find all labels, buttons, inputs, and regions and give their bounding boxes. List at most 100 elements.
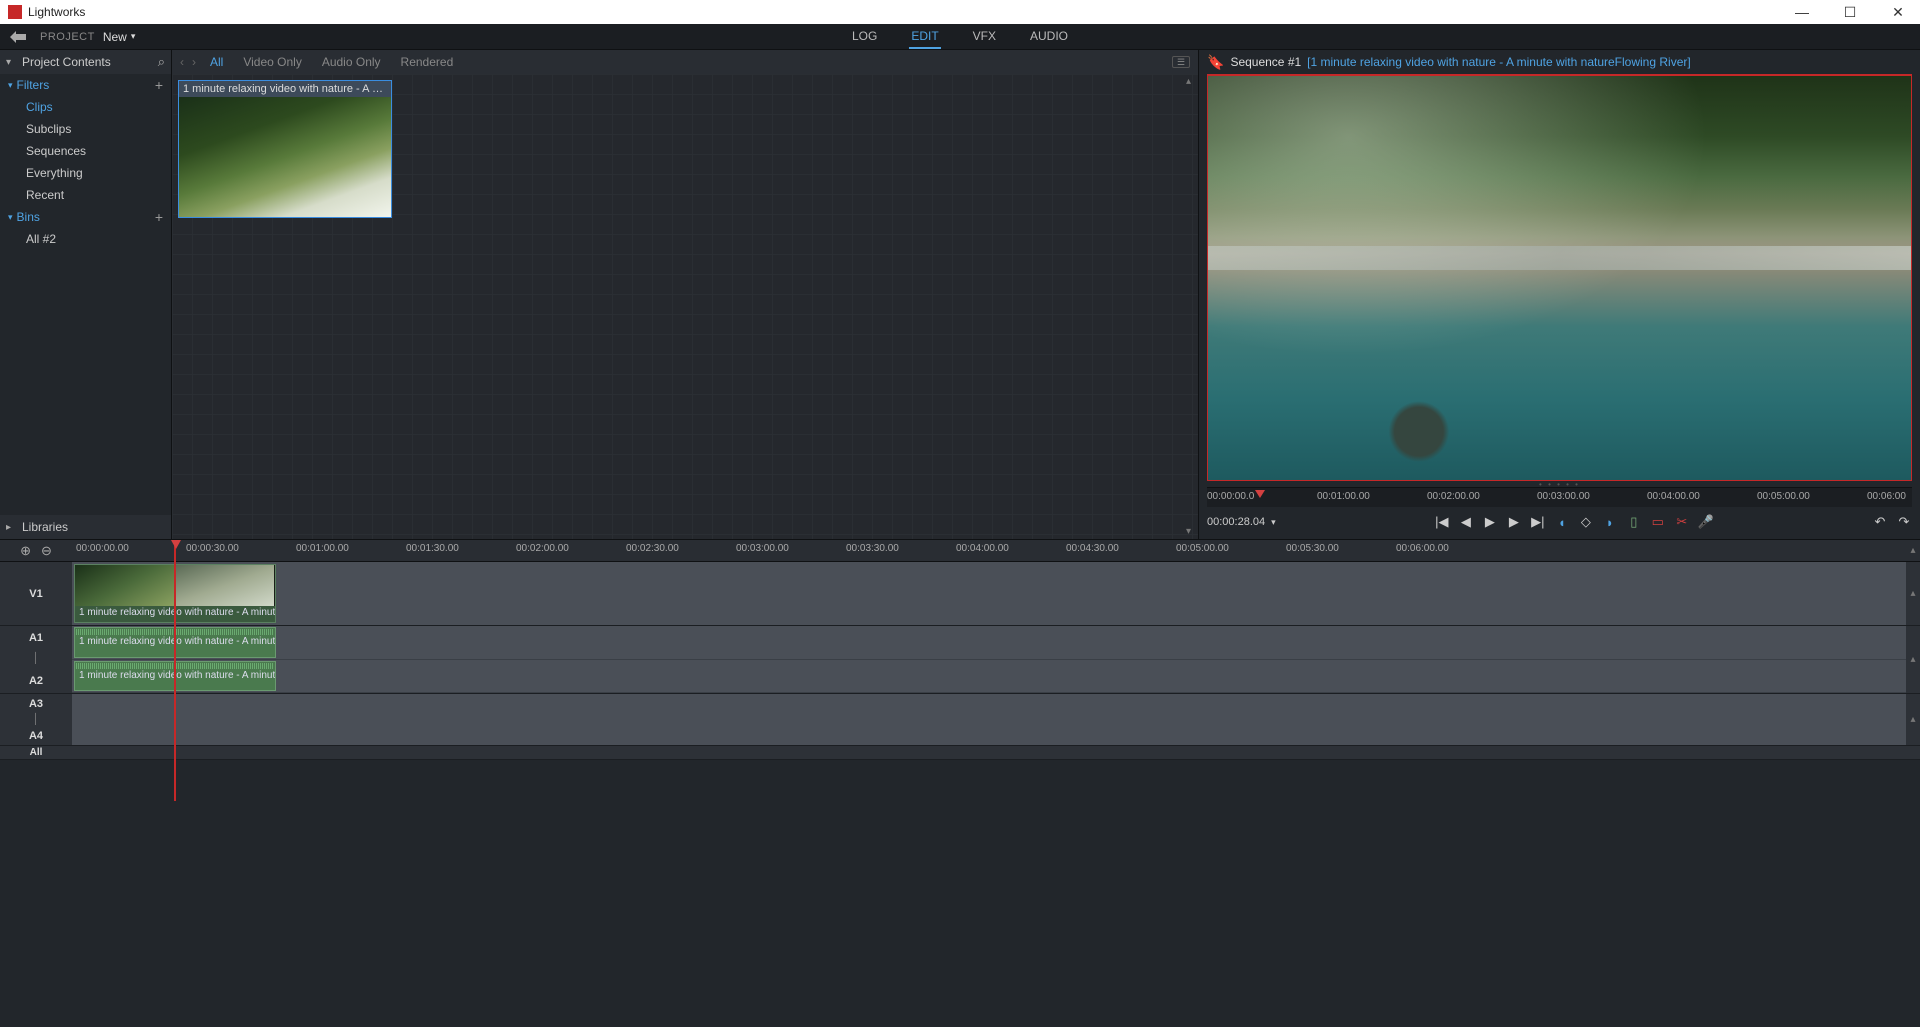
browser-forward-button[interactable]: › [192, 55, 196, 69]
sidebar-item-recent[interactable]: Recent [0, 184, 171, 206]
sidebar-item-sequences[interactable]: Sequences [0, 140, 171, 162]
ruler-tick: 00:03:00.00 [1537, 491, 1590, 502]
track-link-icon: │ [33, 656, 39, 662]
clear-marks-button[interactable]: ◇ [1578, 514, 1594, 530]
goto-end-button[interactable]: ▶| [1530, 514, 1546, 530]
ruler-tick: 00:01:00.00 [296, 543, 349, 554]
add-bin-button[interactable]: + [155, 209, 163, 225]
top-toolbar: PROJECT New ▾ LOG EDIT VFX AUDIO [0, 24, 1920, 50]
sequence-source: [1 minute relaxing video with nature - A… [1307, 55, 1691, 69]
clip-title: 1 minute relaxing video with nature - A … [179, 81, 391, 97]
window-close-button[interactable]: ✕ [1884, 2, 1912, 22]
sidebar-item-subclips[interactable]: Subclips [0, 118, 171, 140]
redo-button[interactable]: ↷ [1896, 514, 1912, 530]
app-logo-icon [8, 5, 22, 19]
bins-header[interactable]: ▾ Bins + [0, 206, 171, 228]
preview-image [1208, 76, 1911, 480]
browser-tab-audio[interactable]: Audio Only [322, 55, 381, 69]
ruler-tick: 00:00:00.00 [76, 543, 129, 554]
track-head-a1a2[interactable]: A1 │ A2 [0, 626, 72, 693]
tab-vfx[interactable]: VFX [971, 25, 998, 49]
track-body-a2[interactable]: 1 minute relaxing video with nature - A … [72, 660, 1906, 694]
ruler-tick: 00:06:00 [1867, 491, 1906, 502]
viewer-ruler[interactable]: 00:00:00.0 00:01:00.00 00:02:00.00 00:03… [1207, 487, 1912, 507]
ruler-tick: 00:05:00.00 [1176, 543, 1229, 554]
sequence-viewer: 🔖 Sequence #1 [1 minute relaxing video w… [1198, 50, 1920, 539]
timeline-playhead[interactable] [174, 540, 176, 801]
zoom-out-button[interactable]: ⊖ [41, 543, 52, 559]
window-maximize-button[interactable]: ☐ [1836, 2, 1864, 22]
sidebar-item-clips[interactable]: Clips [0, 96, 171, 118]
track-body-v1[interactable]: 1 minute relaxing video with nature - A … [72, 562, 1906, 625]
track-label-a3: A3 [29, 698, 43, 710]
back-button[interactable] [10, 29, 26, 45]
project-dropdown[interactable]: New ▾ [103, 30, 136, 44]
timeline-ruler[interactable]: 00:00:00.00 00:00:30.00 00:01:00.00 00:0… [72, 540, 1906, 561]
step-forward-button[interactable]: ▶ [1506, 514, 1522, 530]
clip-browser: ‹ › All Video Only Audio Only Rendered ☰… [172, 50, 1198, 539]
add-filter-button[interactable]: + [155, 77, 163, 93]
window-titlebar: Lightworks — ☐ ✕ [0, 0, 1920, 24]
tab-audio[interactable]: AUDIO [1028, 25, 1070, 49]
track-a3a4: A3 │ A4 ▴ [0, 694, 1920, 746]
track-collapse-all[interactable] [1906, 746, 1920, 759]
track-label-a1: A1 [29, 632, 43, 644]
ruler-tick: 00:04:00.00 [956, 543, 1009, 554]
clip-thumbnail[interactable]: 1 minute relaxing video with nature - A … [178, 80, 392, 218]
project-contents-header[interactable]: ▾ Project Contents ⌕ [0, 50, 171, 74]
browser-scroll-down[interactable]: ▾ [1186, 526, 1196, 537]
browser-back-button[interactable]: ‹ [180, 55, 184, 69]
ruler-tick: 00:01:30.00 [406, 543, 459, 554]
search-icon[interactable]: ⌕ [158, 54, 165, 70]
track-link-icon: │ [33, 717, 39, 723]
zoom-in-button[interactable]: ⊕ [20, 543, 31, 559]
viewer-frame[interactable] [1207, 74, 1912, 481]
filters-label: Filters [17, 78, 50, 92]
track-body-a1[interactable]: 1 minute relaxing video with nature - A … [72, 626, 1906, 660]
libraries-header[interactable]: ▸ Libraries [0, 515, 171, 539]
clip-frame-thumb [175, 565, 275, 606]
timecode-display[interactable]: 00:00:28.04 ▾ [1207, 516, 1276, 528]
record-voiceover-button[interactable]: 🎤 [1698, 514, 1714, 530]
track-collapse-a1a2[interactable]: ▴ [1906, 626, 1920, 693]
track-label-a4: A4 [29, 730, 43, 742]
remove-button[interactable]: ▯ [1626, 514, 1642, 530]
viewer-playhead[interactable] [1255, 490, 1265, 498]
step-back-button[interactable]: ◀ [1458, 514, 1474, 530]
project-sidebar: ▾ Project Contents ⌕ ▾ Filters + Clips S… [0, 50, 172, 539]
undo-button[interactable]: ↶ [1872, 514, 1888, 530]
delete-button[interactable]: ▭ [1650, 514, 1666, 530]
browser-body[interactable]: 1 minute relaxing video with nature - A … [172, 74, 1198, 539]
track-collapse-v1[interactable]: ▴ [1906, 562, 1920, 625]
track-head-all[interactable]: All [0, 746, 72, 759]
bookmark-icon[interactable]: 🔖 [1207, 54, 1224, 71]
mark-out-button[interactable]: ◗ [1602, 515, 1618, 530]
tab-edit[interactable]: EDIT [909, 25, 940, 49]
sidebar-item-bin-all2[interactable]: All #2 [0, 228, 171, 250]
browser-scroll-up[interactable]: ▴ [1186, 76, 1196, 87]
track-head-v1[interactable]: V1 [0, 562, 72, 625]
track-body-a3a4[interactable] [72, 694, 1906, 745]
ruler-tick: 00:04:00.00 [1647, 491, 1700, 502]
play-button[interactable]: ▶ [1482, 514, 1498, 530]
browser-tab-video[interactable]: Video Only [243, 55, 301, 69]
project-label: PROJECT [40, 31, 95, 43]
clip-thumbnail-image [179, 97, 391, 217]
ruler-tick: 00:05:00.00 [1757, 491, 1810, 502]
goto-start-button[interactable]: |◀ [1434, 514, 1450, 530]
window-minimize-button[interactable]: — [1788, 2, 1816, 22]
chevron-down-icon: ▾ [1271, 517, 1276, 528]
tab-log[interactable]: LOG [850, 25, 879, 49]
timeline-scroll-up[interactable]: ▴ [1906, 540, 1920, 561]
mark-in-button[interactable]: ◖ [1554, 515, 1570, 530]
list-view-toggle[interactable]: ☰ [1172, 56, 1190, 68]
timeline-overview[interactable] [72, 746, 1906, 759]
browser-tab-all[interactable]: All [210, 55, 223, 69]
track-collapse-a3a4[interactable]: ▴ [1906, 694, 1920, 745]
sidebar-item-everything[interactable]: Everything [0, 162, 171, 184]
browser-tab-rendered[interactable]: Rendered [401, 55, 454, 69]
track-label-a2: A2 [29, 675, 43, 687]
track-head-a3a4[interactable]: A3 │ A4 [0, 694, 72, 745]
filters-header[interactable]: ▾ Filters + [0, 74, 171, 96]
cut-button[interactable]: ✂ [1674, 514, 1690, 530]
